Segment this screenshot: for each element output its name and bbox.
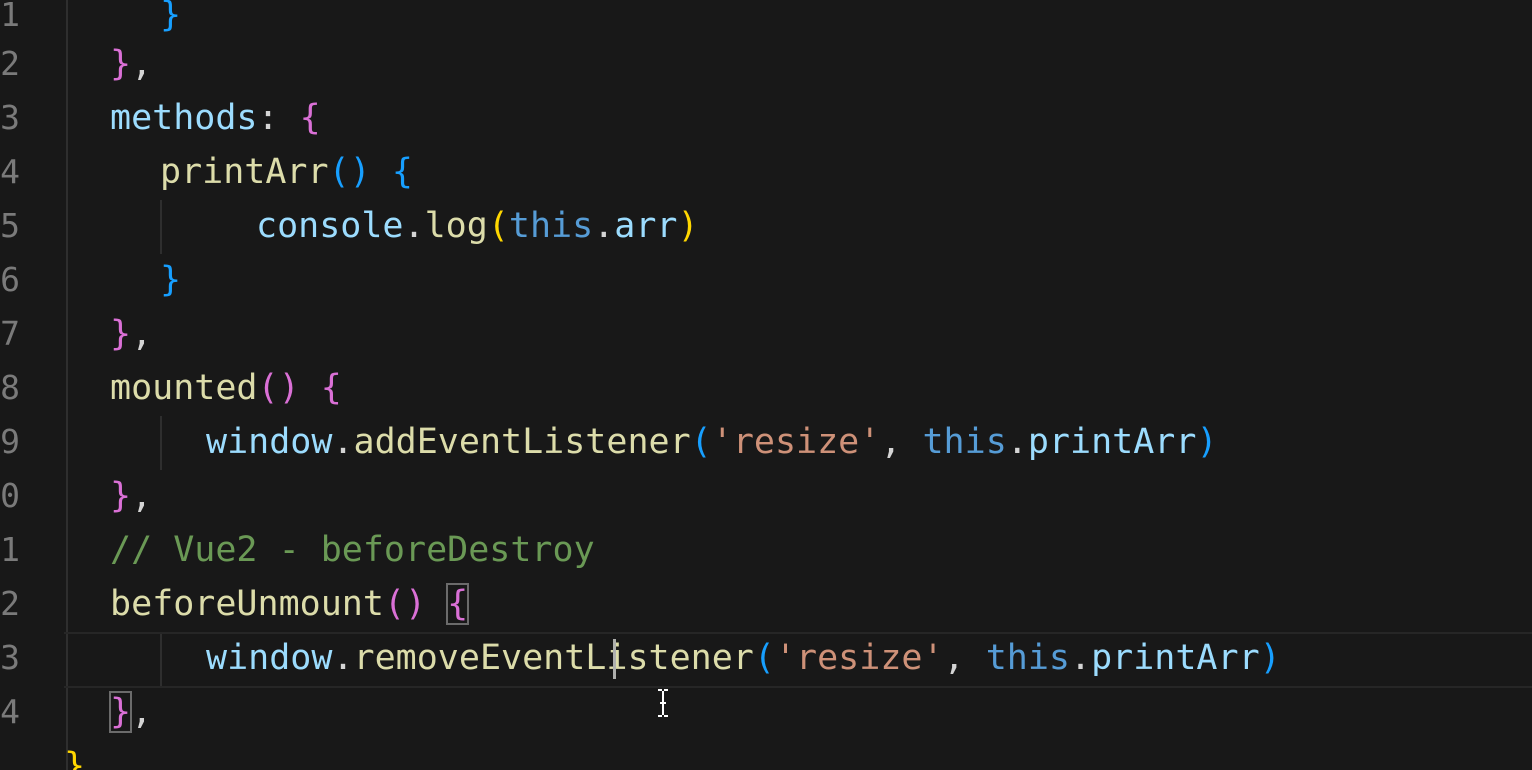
code-token: ) (677, 206, 699, 246)
code-token: , (131, 314, 153, 354)
code-line[interactable]: }, (110, 37, 152, 91)
code-line[interactable]: printArr() { (160, 145, 413, 199)
code-token: window (206, 422, 333, 462)
line-number: 2 (0, 44, 20, 83)
code-line[interactable]: }, (110, 469, 152, 523)
ibeam-cursor-icon (658, 688, 668, 718)
code-token: } (110, 476, 132, 516)
code-token: . (1006, 422, 1028, 462)
code-token: { (299, 98, 321, 138)
code-token: } (110, 314, 132, 354)
code-token: } (64, 746, 86, 770)
line-number: 7 (0, 314, 20, 353)
code-token: } (110, 44, 132, 84)
code-token: methods (110, 98, 258, 138)
code-token: log (424, 206, 488, 246)
code-token: console (256, 206, 404, 246)
code-token: } (160, 260, 182, 300)
code-token: , (880, 422, 923, 462)
line-number: 0 (0, 476, 20, 515)
code-token: addEventListener (353, 422, 691, 462)
code-line[interactable]: }, (110, 307, 152, 361)
code-token: () (383, 584, 427, 624)
code-token: printArr (1027, 422, 1197, 462)
line-number: 1 (0, 0, 20, 34)
code-line[interactable]: // Vue2 - beforeDestroy (110, 523, 595, 577)
code-token: . (332, 422, 354, 462)
code-token: printArr (160, 152, 329, 192)
line-number: 6 (0, 260, 20, 299)
code-token: mounted (110, 368, 258, 408)
line-number-gutter: 1 2 3 4 5 6 7 8 9 0 1 2 3 4 (0, 0, 60, 770)
code-token: ) (1259, 638, 1281, 678)
line-number: 3 (0, 98, 20, 137)
code-line[interactable]: console.log(this.arr) (256, 199, 699, 253)
code-line[interactable]: beforeUnmount() { (110, 577, 470, 631)
code-line[interactable]: }, (108, 685, 153, 739)
code-token: window (206, 638, 333, 678)
line-number: 4 (0, 692, 20, 731)
code-token: . (332, 638, 354, 678)
matched-bracket: } (108, 691, 133, 733)
code-token: . (403, 206, 425, 246)
code-line[interactable]: } (160, 0, 181, 42)
code-token: } (160, 0, 182, 35)
code-line[interactable]: } (64, 739, 85, 770)
code-line[interactable]: window.addEventListener('resize', this.p… (206, 415, 1218, 469)
code-editor[interactable]: 12345678901234 }}, methods: {printArr() {… (0, 0, 1532, 770)
code-token: , (131, 692, 153, 732)
code-token: ( (690, 422, 712, 462)
line-number: 5 (0, 206, 20, 245)
code-token: this (985, 638, 1070, 678)
code-line[interactable]: } (160, 253, 181, 307)
code-line[interactable]: window.removeEventListener('resize', thi… (206, 631, 1281, 685)
code-token: this (922, 422, 1007, 462)
code-token: () (257, 368, 300, 408)
code-token: ( (753, 638, 775, 678)
code-token: . (593, 206, 615, 246)
code-token: arr (614, 206, 678, 246)
text-caret (613, 639, 616, 679)
code-token: ) (1196, 422, 1218, 462)
code-token: 'resize' (711, 422, 881, 462)
line-number: 8 (0, 368, 20, 407)
matched-bracket: { (446, 583, 470, 625)
indent-guide (160, 416, 162, 470)
indent-guide (160, 200, 162, 254)
code-token: this (508, 206, 594, 246)
code-token: { (320, 368, 342, 408)
code-token: , (131, 44, 153, 84)
code-token: ( (487, 206, 509, 246)
line-number: 4 (0, 152, 20, 191)
code-token: // Vue2 - beforeDestroy (110, 530, 595, 570)
line-number: 3 (0, 638, 20, 677)
line-number: 1 (0, 530, 20, 569)
code-line[interactable]: mounted() { (110, 361, 342, 415)
code-token: , (131, 476, 153, 516)
code-line[interactable]: methods: { (110, 91, 321, 145)
code-token: : (257, 98, 300, 138)
code-token: , (943, 638, 986, 678)
code-token: removeEventListener (353, 638, 754, 678)
code-token: () (328, 152, 371, 192)
code-token: printArr (1091, 638, 1260, 678)
line-number: 9 (0, 422, 20, 461)
code-token: beforeUnmount (110, 584, 384, 624)
code-token: . (1070, 638, 1092, 678)
line-number: 2 (0, 584, 20, 623)
code-token: 'resize' (774, 638, 944, 678)
code-token: { (391, 152, 413, 192)
